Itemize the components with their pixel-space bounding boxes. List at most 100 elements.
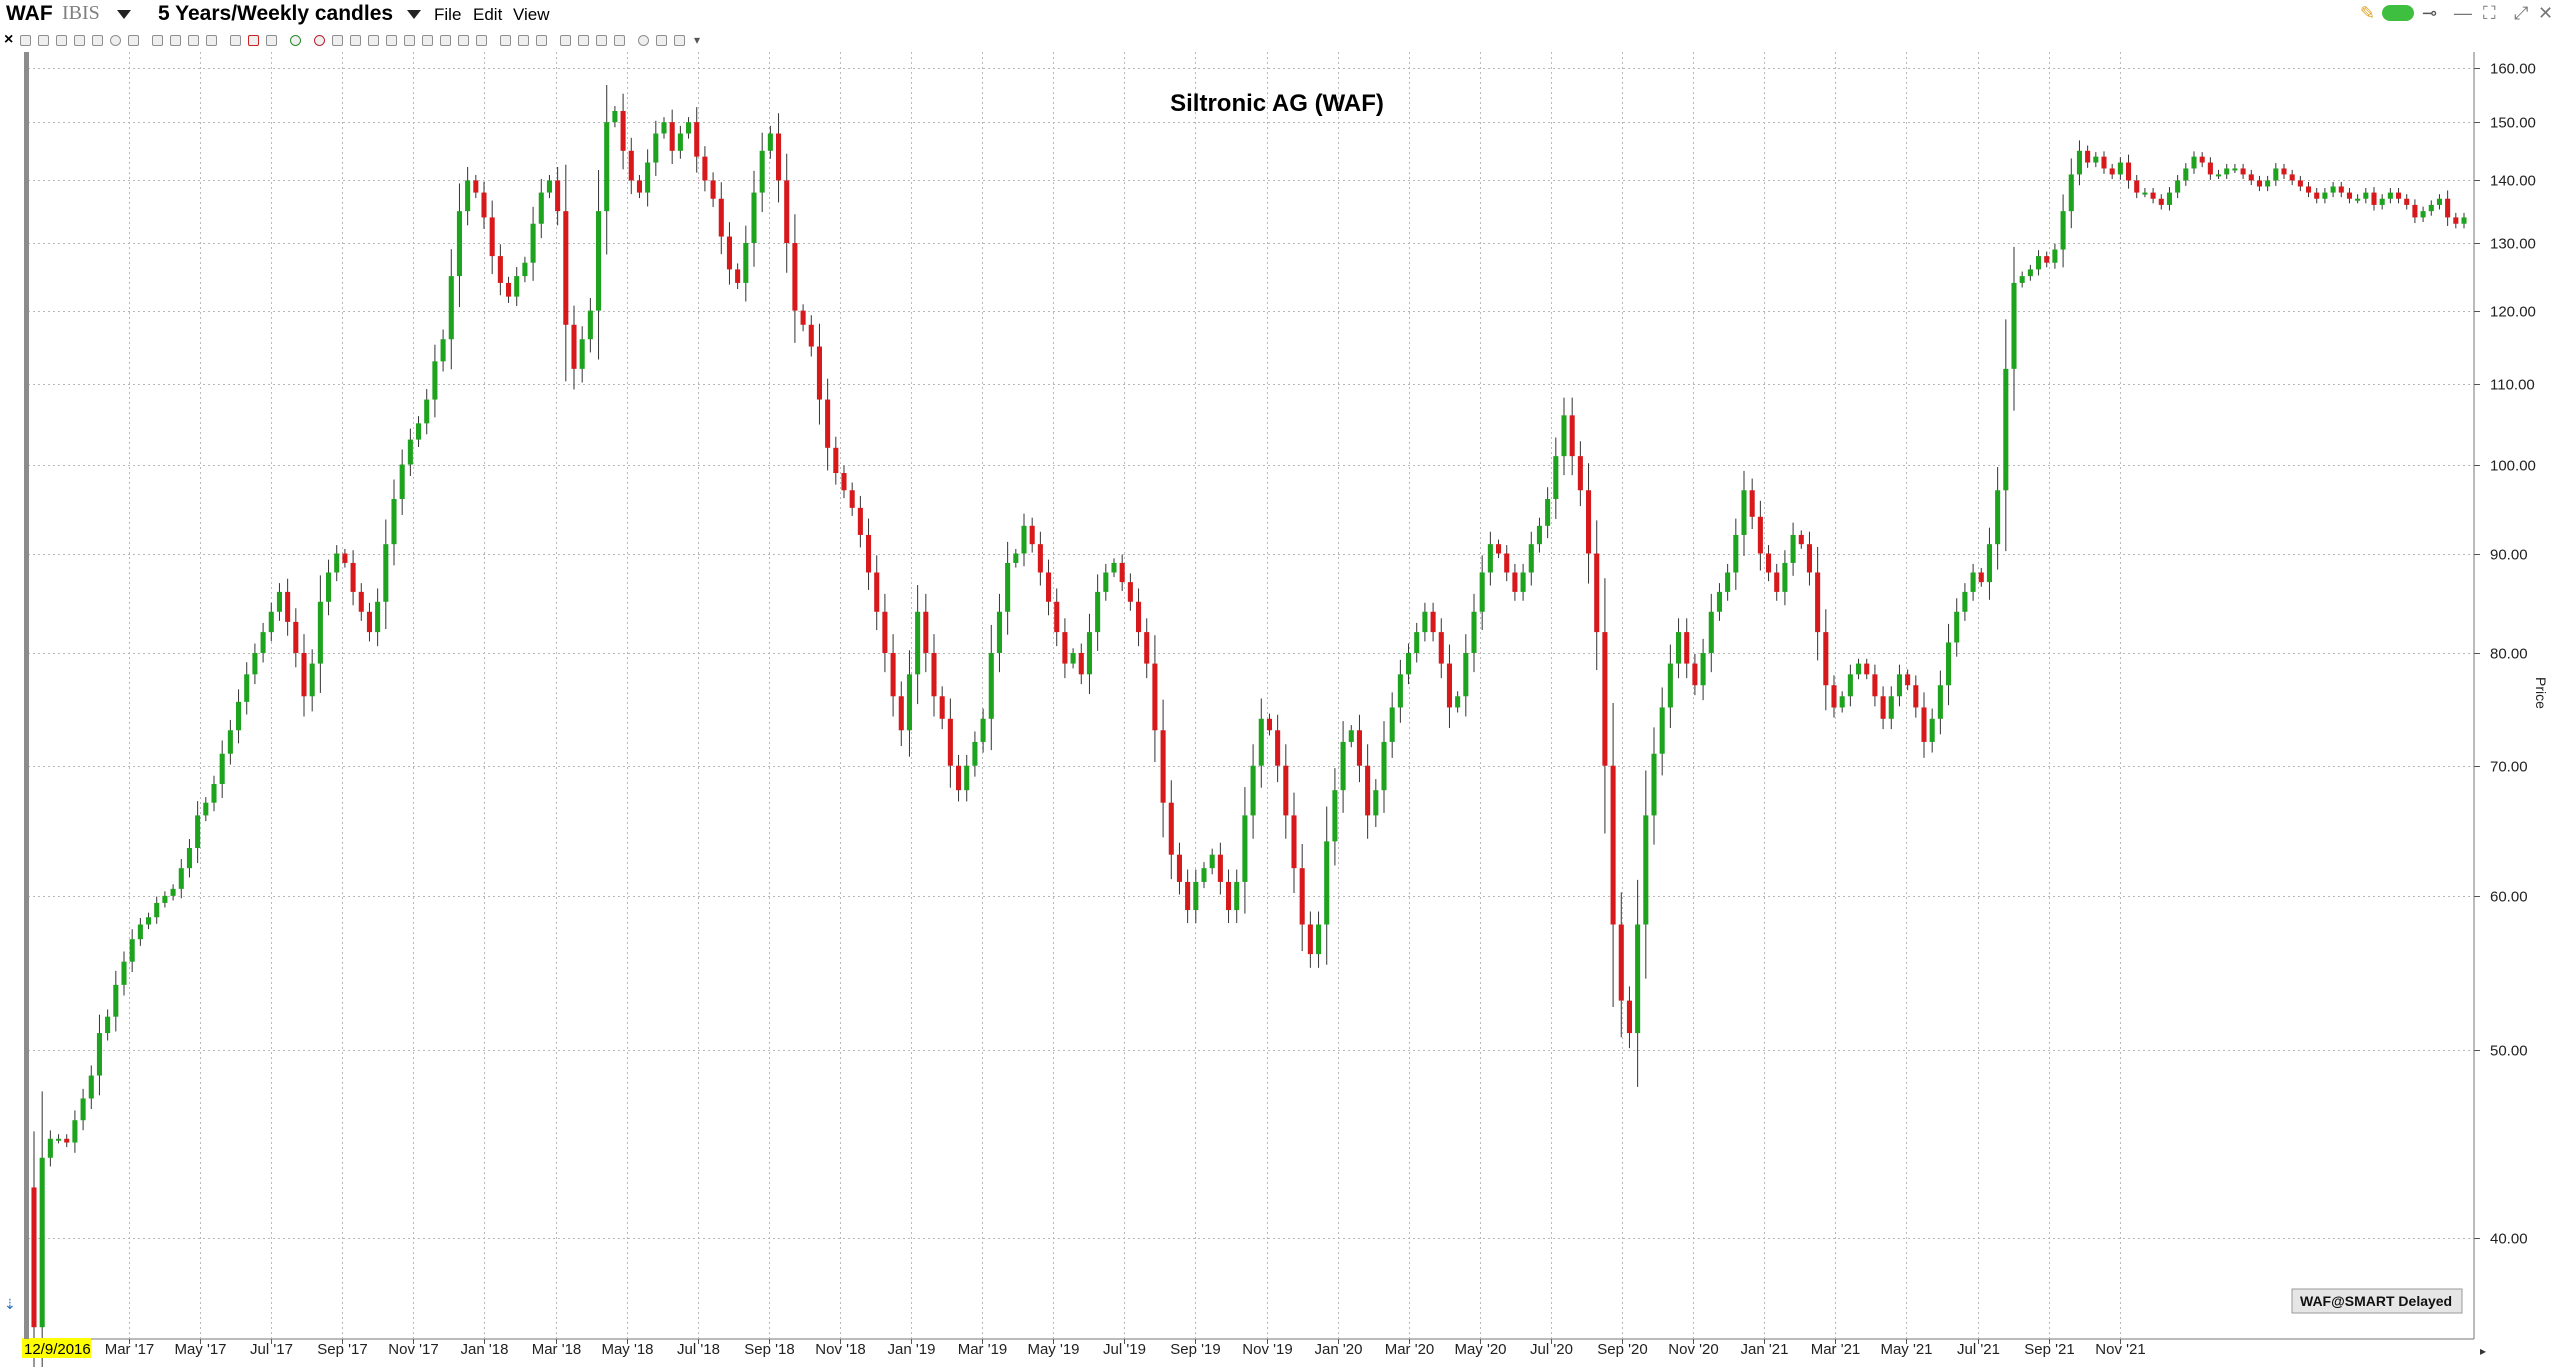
candle-down — [833, 447, 839, 474]
candle-up — [1782, 562, 1788, 592]
candle-up — [1937, 685, 1943, 719]
candle-up — [2461, 217, 2467, 224]
x-tick-label: May '20 — [1454, 1341, 1506, 1358]
candle-up — [743, 243, 749, 283]
candle-down — [1577, 456, 1583, 491]
candle-down — [1880, 696, 1886, 719]
candle-down — [1037, 544, 1043, 573]
candle-up — [170, 888, 176, 896]
candle-up — [96, 1033, 102, 1076]
candle-down — [358, 591, 364, 612]
candle-down — [1185, 881, 1191, 911]
candle-up — [72, 1120, 78, 1143]
candle-down — [1029, 525, 1035, 545]
candle-down — [947, 718, 953, 766]
candle-up — [2076, 150, 2082, 175]
candle-down — [694, 122, 700, 157]
candle-down — [506, 282, 512, 297]
x-tick-label: Jan '19 — [888, 1341, 936, 1358]
candle-up — [996, 611, 1002, 653]
y-tick-label: 70.00 — [2490, 759, 2528, 776]
x-tick-label: Jul '21 — [1957, 1341, 2000, 1358]
candle-up — [1201, 868, 1207, 882]
candle-up — [1561, 415, 1567, 457]
candle-down — [1757, 516, 1763, 554]
x-tick-label: May '19 — [1027, 1341, 1079, 1358]
x-tick-label: Jul '20 — [1530, 1341, 1573, 1358]
candle-down — [293, 621, 299, 653]
candle-down — [1054, 601, 1060, 633]
candle-up — [1970, 572, 1976, 592]
candle-up — [1095, 591, 1101, 633]
candle-down — [1504, 553, 1510, 573]
candle-down — [784, 180, 790, 244]
candle-down — [1160, 730, 1166, 803]
candle-down — [366, 611, 372, 633]
candle-up — [1643, 815, 1649, 925]
candle-down — [2248, 174, 2254, 181]
y-axis-label: Price — [2533, 677, 2549, 709]
candle-down — [285, 591, 291, 622]
candle-up — [80, 1098, 86, 1121]
y-axis: 40.00 50.00 60.00 70.00 80.00 90.00 100.00 110.… — [2474, 61, 2536, 1248]
candle-up — [2379, 198, 2385, 205]
candle-up — [1896, 674, 1902, 697]
candle-up — [915, 611, 921, 675]
candle-up — [186, 847, 192, 869]
candle-down — [710, 180, 716, 199]
candle-up — [1070, 652, 1076, 664]
scroll-right-icon[interactable]: ▸ — [2480, 1344, 2486, 1358]
candle-up — [1667, 663, 1673, 708]
candle-down — [2207, 162, 2213, 175]
candle-up — [2420, 211, 2426, 218]
candle-down — [571, 324, 577, 369]
candle-down — [1569, 415, 1575, 457]
candle-up — [236, 701, 242, 731]
candle-down — [2281, 168, 2287, 175]
candle-up — [1005, 562, 1011, 612]
candle-down — [2134, 180, 2140, 193]
candle-down — [1823, 632, 1829, 686]
candle-up — [579, 339, 585, 369]
candle-up — [268, 611, 274, 633]
candle-down — [2085, 150, 2091, 163]
candle-down — [1176, 854, 1182, 882]
candle-down — [2297, 180, 2303, 187]
candle-down — [1062, 632, 1068, 664]
candle-down — [2404, 198, 2410, 205]
candle-down — [1438, 632, 1444, 664]
candle-down — [898, 696, 904, 731]
y-tick-label: 160.00 — [2490, 61, 2536, 78]
candle-down — [923, 611, 929, 653]
candle-up — [1316, 924, 1322, 955]
candle-down — [1365, 765, 1371, 816]
y-tick-label: 110.00 — [2490, 377, 2535, 394]
candle-up — [448, 276, 454, 340]
candle-up — [1258, 718, 1264, 766]
y-tick-label: 60.00 — [2490, 889, 2528, 906]
candle-up — [1013, 553, 1019, 563]
candle-up — [1700, 652, 1706, 686]
candle-up — [1340, 741, 1346, 791]
candle-up — [1545, 499, 1551, 526]
candle-up — [2003, 368, 2009, 491]
candle-up — [195, 815, 201, 848]
candle-down — [481, 192, 487, 218]
candle-up — [2142, 192, 2148, 195]
candle-up — [1856, 663, 1862, 675]
candle-up — [1676, 632, 1682, 664]
candle-down — [1594, 553, 1600, 633]
candle-up — [1487, 544, 1493, 573]
candle-up — [2232, 168, 2238, 171]
candle-up — [203, 802, 209, 816]
candle-up — [751, 192, 757, 244]
candle-up — [2068, 174, 2074, 212]
candle-up — [686, 122, 692, 134]
candle-up — [1414, 632, 1420, 653]
candle-up — [2175, 180, 2181, 193]
x-tick-label: May '17 — [174, 1341, 226, 1358]
candle-up — [244, 674, 250, 702]
candle-up — [1332, 790, 1338, 842]
candle-down — [2371, 192, 2377, 205]
candle-down — [2256, 180, 2262, 187]
